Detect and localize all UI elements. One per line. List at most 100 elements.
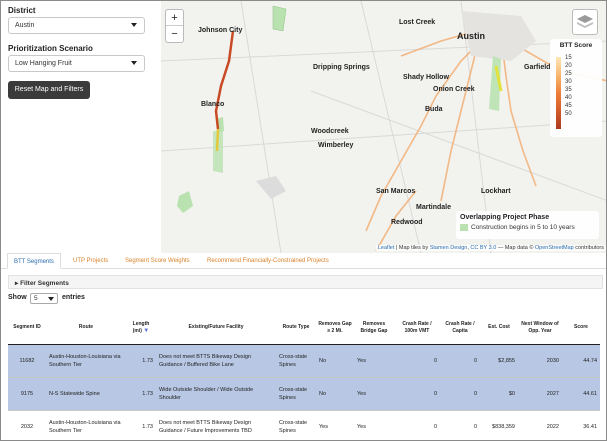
city-label: Martindale (416, 204, 452, 211)
column-header[interactable]: Crash Rate / Capita (440, 312, 480, 345)
filter-panel: District Austin Prioritization Scenario … (1, 1, 161, 253)
overlap-legend-item: Construction begins in 5 to 10 years (460, 224, 595, 231)
cell-facility: Does not meet BTTS Bikeway Design Guidan… (156, 409, 276, 440)
cell-route: Austin-Houston-Louisiana via Southern Ti… (46, 409, 126, 440)
entries-value: 5 (34, 295, 38, 302)
city-label: Garfield (524, 64, 551, 71)
cell-removes-bridge-gap: Yes (354, 376, 394, 410)
cell-segment-id: 11682 (8, 343, 46, 377)
cell-facility: Wide Outside Shoulder / Wide Outside Sho… (156, 376, 276, 410)
table-header-row: Segment ID Route Length (mi) ▼ Existing/… (8, 312, 600, 345)
chevron-down-icon (48, 297, 54, 301)
cell-est-cost: $0 (480, 376, 518, 410)
legend-swatch (460, 224, 468, 231)
cell-route: N-S Statewide Spine (46, 376, 126, 410)
scenario-select[interactable]: Low Hanging Fruit (8, 55, 145, 72)
city-label: Lockhart (481, 188, 511, 195)
district-value: Austin (15, 22, 35, 29)
tab-utp-projects[interactable]: UTP Projects (67, 253, 114, 269)
chevron-down-icon (131, 61, 137, 65)
city-label: Buda (425, 106, 443, 113)
legend-tick: 50 (565, 111, 572, 117)
cell-next-window: 2022 (518, 409, 562, 440)
legend-color-scale (556, 57, 561, 129)
segments-table: Segment ID Route Length (mi) ▼ Existing/… (8, 312, 600, 440)
table-row[interactable]: 11682 Austin-Houston-Louisiana via South… (8, 343, 600, 377)
cell-removes-gap: No (316, 376, 354, 410)
legend-tick: 40 (565, 95, 572, 101)
column-header[interactable]: Route (46, 312, 126, 345)
cell-removes-bridge-gap: Yes (354, 343, 394, 377)
legend-tick: 15 (565, 55, 572, 61)
cell-segment-id: 2032 (8, 409, 46, 440)
cell-crash-rate-capita: 0 (440, 343, 480, 377)
tab-recommend-projects[interactable]: Recommend Financially-Constrained Projec… (201, 253, 335, 269)
column-header[interactable]: Length (mi) ▼ (126, 312, 156, 345)
overlap-legend: Overlapping Project Phase Construction b… (456, 211, 599, 239)
cell-segment-id: 9175 (8, 376, 46, 410)
table-row[interactable]: 9175 N-S Statewide Spine 1.73 Wide Outsi… (8, 376, 600, 410)
cell-length: 1.73 (126, 343, 156, 377)
layers-button[interactable] (572, 9, 598, 35)
osm-link[interactable]: OpenStreetMap (535, 245, 574, 251)
cc-link[interactable]: CC BY 3.0 (470, 245, 496, 251)
map-view[interactable]: + − Johnson City Lost Creek Austin Dripp… (161, 1, 606, 253)
cell-length: 1.73 (126, 376, 156, 410)
zoom-in-button[interactable]: + (166, 10, 183, 26)
cell-crash-rate-capita: 0 (440, 409, 480, 440)
cell-next-window: 2030 (518, 343, 562, 377)
city-label: Dripping Springs (313, 64, 370, 71)
column-header[interactable]: Removes Bridge Gap (354, 312, 394, 345)
column-header[interactable]: Existing/Future Facility (156, 312, 276, 345)
column-header[interactable]: Score (562, 312, 600, 345)
column-header[interactable]: Segment ID (8, 312, 46, 345)
filter-segments-toggle[interactable]: ▸ Filter Segments (8, 275, 603, 289)
cell-length: 1.73 (126, 409, 156, 440)
stamen-link[interactable]: Stamen Design (430, 245, 468, 251)
cell-score: 44.61 (562, 376, 600, 410)
legend-tick: 35 (565, 87, 572, 93)
attribution-text: — Map data © (496, 245, 535, 251)
zoom-out-button[interactable]: − (166, 26, 183, 42)
app-window: District Austin Prioritization Scenario … (0, 0, 607, 441)
leaflet-link[interactable]: Leaflet (378, 245, 395, 251)
cell-est-cost: $838,359 (480, 409, 518, 440)
legend-ticks: 15 20 25 30 35 40 45 50 (565, 54, 572, 118)
column-header[interactable]: Removes Gap ≥ 2 Mi. (316, 312, 354, 345)
cell-removes-gap: Yes (316, 409, 354, 440)
column-header[interactable]: Est. Cost (480, 312, 518, 345)
cell-route-type: Cross-state Spines (276, 343, 316, 377)
city-label: Lost Creek (399, 19, 436, 26)
legend-tick: 25 (565, 71, 572, 77)
cell-score: 36.41 (562, 409, 600, 440)
legend-title: BTT Score (559, 42, 593, 49)
column-header[interactable]: Next Window of Opp. Year (518, 312, 562, 345)
sort-desc-icon: ▼ (143, 327, 150, 334)
tab-btt-segments[interactable]: BTT Segments (7, 253, 61, 269)
district-label: District (8, 6, 36, 15)
legend-item-label: Construction begins in 5 to 10 years (471, 224, 575, 231)
cell-crash-rate-vmt: 0 (394, 343, 440, 377)
cell-score: 44.74 (562, 343, 600, 377)
cell-route-type: Cross-state Spines (276, 376, 316, 410)
cell-facility: Does not meet BTTS Bikeway Design Guidan… (156, 343, 276, 377)
map-attribution: Leaflet | Map tiles by Stamen Design, CC… (375, 245, 606, 251)
column-header[interactable]: Route Type (276, 312, 316, 345)
district-select[interactable]: Austin (8, 17, 145, 34)
table-row[interactable]: 2032 Austin-Houston-Louisiana via Southe… (8, 409, 600, 440)
legend-tick: 45 (565, 103, 572, 109)
column-header[interactable]: Crash Rate / 100m VMT (394, 312, 440, 345)
chevron-down-icon (131, 23, 137, 27)
cell-removes-bridge-gap: Yes (354, 409, 394, 440)
legend-tick: 30 (565, 79, 572, 85)
city-label: Woodcreek (311, 128, 349, 135)
tab-segment-score-weights[interactable]: Segment Score Weights (119, 253, 196, 269)
city-label: Onion Creek (433, 86, 475, 93)
overlap-legend-title: Overlapping Project Phase (460, 214, 550, 221)
btt-score-legend: BTT Score 15 20 25 30 35 40 45 50 (550, 39, 602, 137)
city-label: Johnson City (198, 27, 243, 34)
city-label: Wimberley (318, 142, 354, 149)
entries-select[interactable]: 5 (30, 293, 58, 304)
reset-map-button[interactable]: Reset Map and Filters (8, 81, 90, 99)
show-label: Show (8, 294, 27, 301)
